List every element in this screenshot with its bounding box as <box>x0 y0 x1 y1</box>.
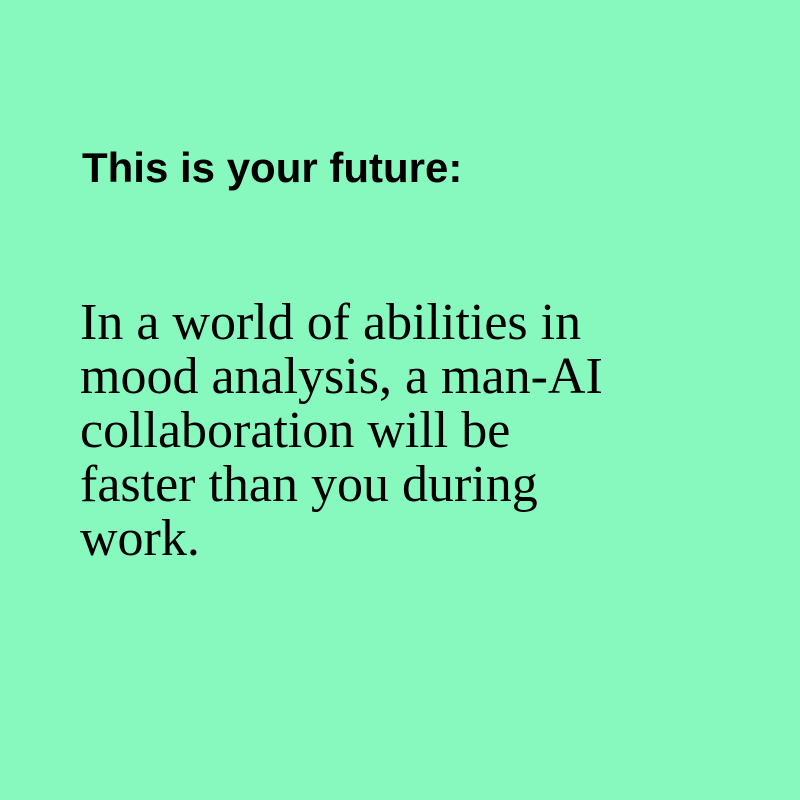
body-line: In a world of abilities in <box>80 294 582 351</box>
body-line: collaboration will be <box>80 402 511 459</box>
body-line: work. <box>80 510 200 567</box>
slide-card: This is your future: In a world of abili… <box>0 0 800 800</box>
slide-heading: This is your future: <box>82 144 463 191</box>
body-line: mood analysis, a man-AI <box>80 348 603 405</box>
body-line: faster than you during <box>80 456 538 513</box>
slide-body-text: In a world of abilities in mood analysis… <box>80 296 720 566</box>
